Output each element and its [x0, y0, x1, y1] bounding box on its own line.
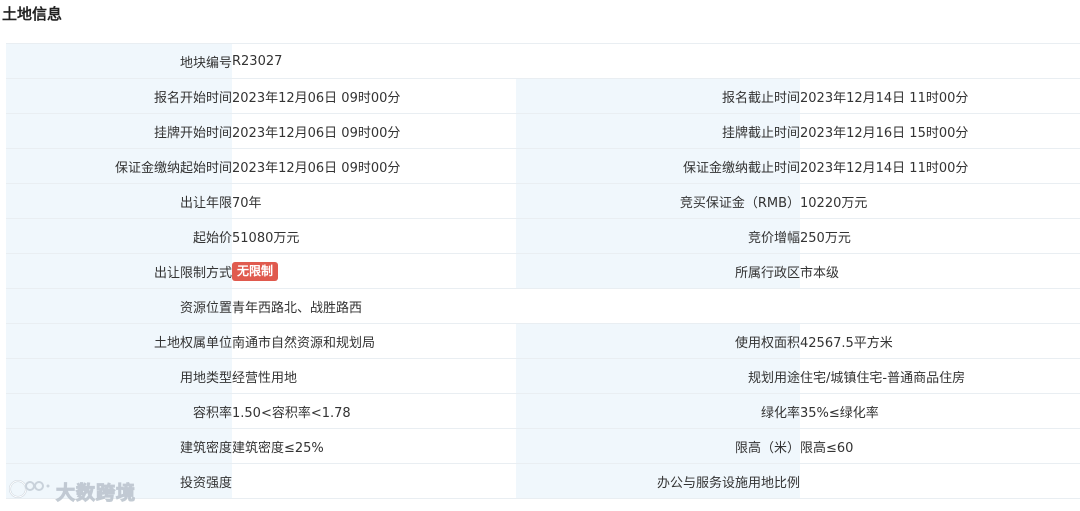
- field-value: 建筑密度≤25%: [232, 428, 516, 464]
- restriction-badge: 无限制: [232, 261, 279, 281]
- field-label: 挂牌截止时间: [516, 113, 800, 149]
- field-value: 南通市自然资源和规划局: [232, 323, 516, 359]
- field-label: 竞买保证金（RMB）: [516, 183, 800, 219]
- field-value: 51080万元: [232, 218, 516, 254]
- field-value: 2023年12月14日 11时00分: [800, 148, 1080, 184]
- table-row: 出让限制方式 无限制 所属行政区 市本级: [6, 253, 1080, 289]
- field-label: 规划用途: [516, 358, 800, 394]
- field-label: 容积率: [6, 393, 232, 429]
- table-row: 土地权属单位 南通市自然资源和规划局 使用权面积 42567.5平方米: [6, 323, 1080, 359]
- section-title: 土地信息: [2, 5, 63, 23]
- field-value: 2023年12月06日 09时00分: [232, 78, 516, 114]
- table-row: 建筑密度 建筑密度≤25% 限高（米） 限高≤60: [6, 428, 1080, 464]
- field-value: 42567.5平方米: [800, 323, 1080, 359]
- field-value: 2023年12月06日 09时00分: [232, 113, 516, 149]
- field-value: 2023年12月14日 11时00分: [800, 78, 1080, 114]
- field-value: 2023年12月16日 15时00分: [800, 113, 1080, 149]
- field-label: 办公与服务设施用地比例: [516, 463, 800, 499]
- field-value: 住宅/城镇住宅-普通商品住房: [800, 358, 1080, 394]
- field-value: [800, 463, 1080, 499]
- table-row: 挂牌开始时间 2023年12月06日 09时00分 挂牌截止时间 2023年12…: [6, 113, 1080, 149]
- table-row: 资源位置 青年西路北、战胜路西: [6, 288, 1080, 324]
- field-value: [232, 463, 516, 499]
- field-label: 报名截止时间: [516, 78, 800, 114]
- field-label: 建筑密度: [6, 428, 232, 464]
- field-label: 使用权面积: [516, 323, 800, 359]
- field-label: 所属行政区: [516, 253, 800, 289]
- field-label: 投资强度: [6, 463, 232, 499]
- field-value: 35%≤绿化率: [800, 393, 1080, 429]
- field-value: R23027: [232, 43, 1080, 79]
- table-row: 报名开始时间 2023年12月06日 09时00分 报名截止时间 2023年12…: [6, 78, 1080, 114]
- field-label: 地块编号: [6, 43, 232, 79]
- table-row: 保证金缴纳起始时间 2023年12月06日 09时00分 保证金缴纳截止时间 2…: [6, 148, 1080, 184]
- field-value: 2023年12月06日 09时00分: [232, 148, 516, 184]
- land-info-table: 地块编号 R23027 报名开始时间 2023年12月06日 09时00分 报名…: [6, 43, 1080, 499]
- field-label: 绿化率: [516, 393, 800, 429]
- field-label: 保证金缴纳起始时间: [6, 148, 232, 184]
- field-value: 青年西路北、战胜路西: [232, 288, 1080, 324]
- field-label: 起始价: [6, 218, 232, 254]
- field-value: 1.50<容积率<1.78: [232, 393, 516, 429]
- field-value: 无限制: [232, 253, 516, 289]
- field-label: 保证金缴纳截止时间: [516, 148, 800, 184]
- field-label: 出让年限: [6, 183, 232, 219]
- field-label: 挂牌开始时间: [6, 113, 232, 149]
- field-label: 出让限制方式: [6, 253, 232, 289]
- field-value: 经营性用地: [232, 358, 516, 394]
- field-value: 250万元: [800, 218, 1080, 254]
- field-value: 市本级: [800, 253, 1080, 289]
- field-label: 用地类型: [6, 358, 232, 394]
- table-row: 出让年限 70年 竞买保证金（RMB） 10220万元: [6, 183, 1080, 219]
- field-label: 限高（米）: [516, 428, 800, 464]
- field-value: 10220万元: [800, 183, 1080, 219]
- table-row: 起始价 51080万元 竞价增幅 250万元: [6, 218, 1080, 254]
- field-value: 70年: [232, 183, 516, 219]
- field-label: 竞价增幅: [516, 218, 800, 254]
- table-row: 容积率 1.50<容积率<1.78 绿化率 35%≤绿化率: [6, 393, 1080, 429]
- field-label: 报名开始时间: [6, 78, 232, 114]
- field-label: 土地权属单位: [6, 323, 232, 359]
- table-row: 地块编号 R23027: [6, 43, 1080, 79]
- field-label: 资源位置: [6, 288, 232, 324]
- table-row: 投资强度 办公与服务设施用地比例: [6, 463, 1080, 499]
- field-value: 限高≤60: [800, 428, 1080, 464]
- table-row: 用地类型 经营性用地 规划用途 住宅/城镇住宅-普通商品住房: [6, 358, 1080, 394]
